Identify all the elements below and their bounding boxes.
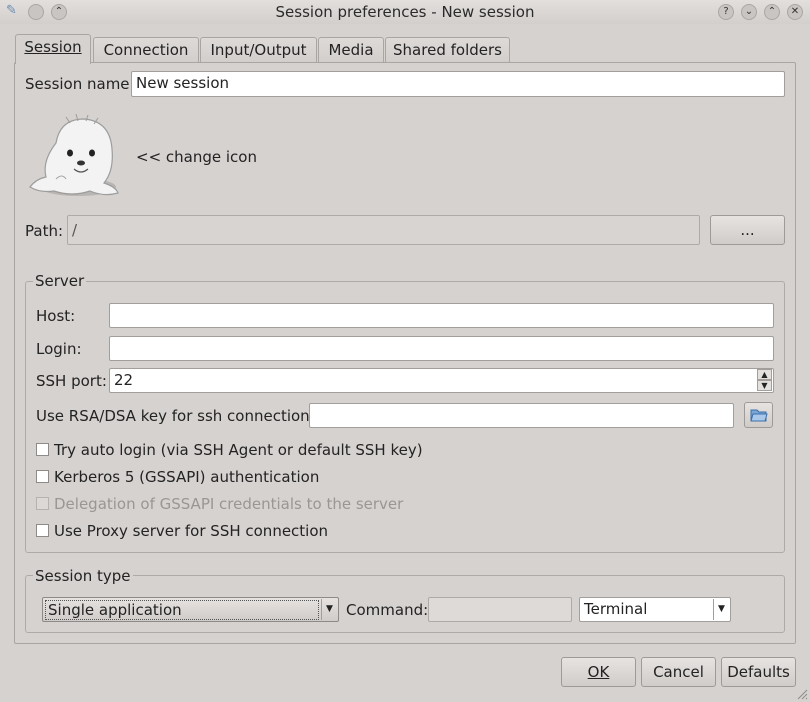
rsa-key-label: Use RSA/DSA key for ssh connection: [36, 407, 315, 425]
maximize-icon[interactable]: ⌃ [764, 4, 780, 20]
path-input: / [67, 215, 700, 245]
gssapi-delegation-checkbox [36, 497, 49, 510]
change-icon-label[interactable]: << change icon [136, 148, 257, 166]
ssh-port-up-icon[interactable]: ▲ [757, 369, 772, 380]
host-label: Host: [36, 307, 76, 325]
auto-login-checkbox[interactable] [36, 443, 49, 456]
session-type-chevron-down-icon[interactable]: ▼ [321, 599, 337, 620]
login-label: Login: [36, 340, 82, 358]
resize-grip-icon[interactable] [796, 688, 808, 700]
folder-open-icon [749, 409, 768, 422]
cancel-button[interactable]: Cancel [641, 657, 716, 687]
ssh-port-down-icon[interactable]: ▼ [757, 380, 772, 391]
ssh-port-label: SSH port: [36, 372, 107, 390]
browse-path-button[interactable]: ... [710, 215, 785, 245]
ok-button[interactable]: OK [561, 657, 636, 687]
session-type-select[interactable]: Single application [42, 597, 339, 622]
tab-connection[interactable]: Connection [93, 37, 199, 63]
proxy-checkbox[interactable] [36, 524, 49, 537]
auto-login-label[interactable]: Try auto login (via SSH Agent or default… [54, 441, 423, 459]
session-name-label: Session name: [25, 75, 135, 93]
window-title: Session preferences - New session [275, 3, 535, 21]
command-input [428, 597, 572, 622]
rsa-key-browse-button[interactable] [744, 402, 773, 428]
kerberos-checkbox[interactable] [36, 470, 49, 483]
proxy-label[interactable]: Use Proxy server for SSH connection [54, 522, 328, 540]
tab-session[interactable]: Session [15, 34, 91, 64]
login-input[interactable] [109, 336, 774, 361]
server-group-title: Server [33, 272, 87, 290]
command-label: Command: [346, 601, 429, 619]
close-icon[interactable]: ✕ [787, 4, 803, 20]
tab-media[interactable]: Media [318, 37, 384, 63]
host-input[interactable] [109, 303, 774, 328]
minimize-icon[interactable]: ⌄ [741, 4, 757, 20]
command-select-value: Terminal [584, 600, 648, 618]
path-label: Path: [25, 222, 64, 240]
session-name-input[interactable]: New session [131, 71, 785, 97]
defaults-button[interactable]: Defaults [721, 657, 796, 687]
session-type-group-title: Session type [33, 567, 133, 585]
command-chevron-down-icon[interactable]: ▼ [713, 599, 729, 620]
ssh-port-input[interactable]: 22 [109, 368, 774, 393]
kerberos-label[interactable]: Kerberos 5 (GSSAPI) authentication [54, 468, 319, 486]
tab-shared-folders[interactable]: Shared folders [385, 37, 510, 63]
session-icon[interactable] [26, 113, 122, 199]
gssapi-delegation-label: Delegation of GSSAPI credentials to the … [54, 495, 404, 513]
help-icon[interactable]: ? [718, 4, 734, 20]
rsa-key-input[interactable] [309, 403, 734, 428]
tab-input-output[interactable]: Input/Output [200, 37, 317, 63]
title-bar[interactable]: ✎ ⌃ Session preferences - New session ? … [0, 0, 810, 24]
session-type-value: Single application [45, 600, 319, 620]
command-select[interactable]: Terminal [579, 597, 731, 622]
